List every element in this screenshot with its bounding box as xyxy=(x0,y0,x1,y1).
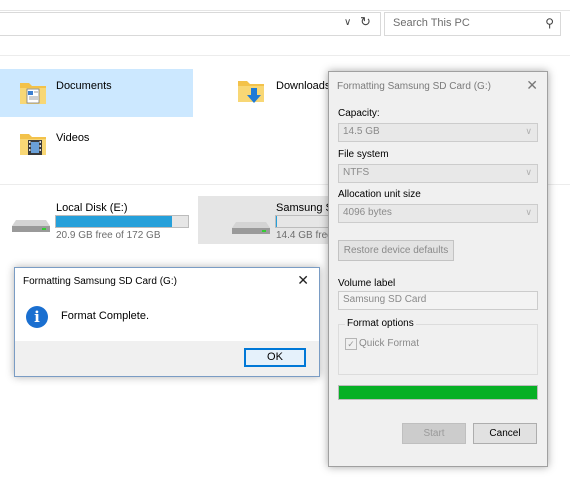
folder-label: Videos xyxy=(56,132,90,144)
ok-label: OK xyxy=(267,351,283,363)
window-top-strip xyxy=(0,0,570,11)
videos-folder-icon xyxy=(20,134,46,155)
dialog-message: Format Complete. xyxy=(61,310,150,322)
search-input[interactable]: Search This PC ⚲ xyxy=(384,12,561,36)
drive-item-samsung-sd-card[interactable]: Samsung SD Card (G:) 14.4 GB free of 14.… xyxy=(198,196,407,244)
format-complete-dialog: Formatting Samsung SD Card (G:) ✕ i Form… xyxy=(14,267,320,377)
quick-format-checkbox[interactable]: ✓ xyxy=(345,338,357,350)
folder-item-documents[interactable]: Documents xyxy=(0,69,193,117)
format-progress-bar xyxy=(338,385,538,400)
search-icon[interactable]: ⚲ xyxy=(545,16,554,30)
cancel-label: Cancel xyxy=(489,428,521,439)
dialog-title: Formatting Samsung SD Card (G:) xyxy=(23,276,177,287)
quick-format-label: Quick Format xyxy=(359,338,420,349)
file-system-select[interactable]: NTFS ∨ xyxy=(338,164,538,183)
drive-usage-fill xyxy=(56,216,173,227)
format-progress-fill xyxy=(339,386,537,399)
capacity-value: 14.5 GB xyxy=(343,126,380,137)
start-label: Start xyxy=(423,428,445,439)
drive-usage-bar xyxy=(55,215,189,228)
capacity-select[interactable]: 14.5 GB ∨ xyxy=(338,123,538,142)
volume-label-value: Samsung SD Card xyxy=(343,294,427,305)
address-bar[interactable] xyxy=(0,12,381,36)
address-history-chevron-icon[interactable]: ∨ xyxy=(344,17,351,28)
format-options-label: Format options xyxy=(345,318,416,329)
dialog-footer: OK xyxy=(15,341,319,376)
volume-label-label: Volume label xyxy=(338,278,396,289)
refresh-icon[interactable]: ↻ xyxy=(360,14,371,30)
documents-folder-icon xyxy=(20,83,46,104)
allocation-unit-value: 4096 bytes xyxy=(343,207,392,218)
hard-drive-icon xyxy=(12,220,50,232)
restore-defaults-button[interactable]: Restore device defaults xyxy=(338,240,454,261)
folder-item-videos[interactable]: Videos xyxy=(0,124,193,172)
folder-label: Documents xyxy=(56,80,112,92)
restore-defaults-label: Restore device defaults xyxy=(343,245,449,256)
capacity-label: Capacity: xyxy=(338,108,380,119)
folder-label: Downloads xyxy=(276,80,331,92)
allocation-unit-select[interactable]: 4096 bytes ∨ xyxy=(338,204,538,223)
file-system-label: File system xyxy=(338,149,389,160)
chevron-down-icon: ∨ xyxy=(525,207,532,217)
file-system-value: NTFS xyxy=(343,167,370,178)
start-button[interactable]: Start xyxy=(402,423,466,444)
search-placeholder: Search This PC xyxy=(393,17,470,29)
ok-button[interactable]: OK xyxy=(244,348,306,367)
format-options-group: Format options ✓ Quick Format xyxy=(338,318,538,375)
downloads-folder-icon xyxy=(238,81,264,103)
folder-item-downloads[interactable]: Downloads xyxy=(218,69,331,117)
drive-item-local-disk-e[interactable]: Local Disk (E:) 20.9 GB free of 172 GB xyxy=(0,196,193,244)
close-icon[interactable]: ✕ xyxy=(297,272,309,289)
cancel-button[interactable]: Cancel xyxy=(473,423,537,444)
drive-name: Local Disk (E:) xyxy=(56,202,128,214)
volume-label-input[interactable]: Samsung SD Card xyxy=(338,291,538,310)
format-dialog: Formatting Samsung SD Card (G:) ✕ Capaci… xyxy=(328,71,548,467)
chevron-down-icon: ∨ xyxy=(525,167,532,177)
dialog-title: Formatting Samsung SD Card (G:) xyxy=(337,81,491,92)
close-icon[interactable]: ✕ xyxy=(526,77,538,94)
drive-free-space: 20.9 GB free of 172 GB xyxy=(56,230,161,241)
divider xyxy=(0,55,570,56)
allocation-unit-label: Allocation unit size xyxy=(338,189,421,200)
info-icon: i xyxy=(26,306,48,328)
hard-drive-icon xyxy=(232,222,270,234)
drive-usage-fill xyxy=(276,216,278,227)
chevron-down-icon: ∨ xyxy=(525,126,532,136)
